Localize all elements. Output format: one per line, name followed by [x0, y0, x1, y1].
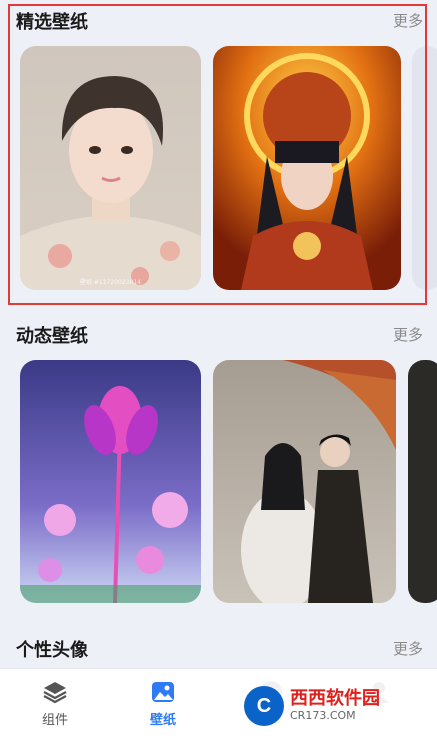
watermark-title: 西西软件园 — [290, 688, 380, 709]
more-link-avatar[interactable]: 更多 — [393, 638, 423, 659]
section-title-featured: 精选壁纸 — [16, 12, 88, 33]
tab-widgets[interactable]: 组件 — [20, 679, 90, 728]
wallpaper-card-live-2[interactable] — [213, 360, 396, 603]
wallpaper-image-golden-headdress — [213, 46, 401, 290]
tab-widgets-label: 组件 — [41, 713, 68, 728]
wallpaper-card-live-3-partial[interactable] — [408, 360, 437, 603]
wallpaper-image-couple-autumn — [213, 360, 396, 603]
wallpaper-card-featured-3-partial[interactable] — [412, 46, 437, 290]
image-icon — [150, 679, 176, 705]
tab-wallpapers-label: 壁纸 — [149, 713, 176, 728]
wallpaper-card-featured-2[interactable] — [213, 46, 401, 290]
watermark-url: CR173.COM — [290, 709, 356, 722]
wallpaper-card-live-1[interactable] — [20, 360, 201, 603]
wallpaper-image-purple-flowers — [20, 360, 201, 603]
section-title-live: 动态壁纸 — [16, 326, 88, 347]
more-link-live[interactable]: 更多 — [393, 324, 423, 345]
wallpaper-card-featured-1[interactable]: 壁纸 #11720023014 — [20, 46, 201, 290]
more-link-featured[interactable]: 更多 — [393, 10, 423, 31]
wallpaper-image-portrait-boy — [20, 46, 201, 290]
watermark-logo: C — [244, 686, 284, 726]
section-title-avatar: 个性头像 — [16, 640, 88, 661]
layers-icon — [42, 679, 68, 705]
site-watermark: C 西西软件园 CR173.COM — [238, 680, 434, 732]
tab-wallpapers[interactable]: 壁纸 — [128, 679, 198, 728]
wallpaper-caption: 壁纸 #11720023014 — [80, 279, 141, 286]
